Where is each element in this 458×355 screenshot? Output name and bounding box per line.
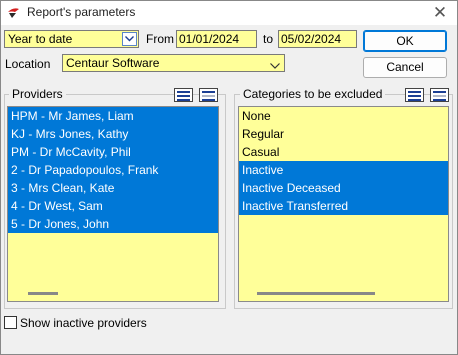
report-app-icon [7, 6, 23, 20]
from-label: From [146, 32, 174, 46]
location-select-value: Centaur Software [66, 56, 160, 70]
provider-list-item[interactable]: 4 - Dr West, Sam [8, 197, 218, 215]
select-all-icon[interactable] [405, 88, 424, 102]
categories-group-title: Categories to be excluded [240, 87, 386, 101]
scrollbar-thumb[interactable] [28, 292, 58, 295]
providers-horizontal-scrollbar[interactable] [8, 287, 218, 301]
category-list-item[interactable]: Inactive [239, 161, 448, 179]
to-label: to [263, 32, 274, 46]
provider-list-item[interactable]: KJ - Mrs Jones, Kathy [8, 125, 218, 143]
title-bar: Report's parameters ✕ [1, 1, 457, 25]
categories-list[interactable]: None Regular Casual Inactive Inactive Deceas… [238, 106, 449, 302]
categories-horizontal-scrollbar[interactable] [239, 287, 448, 301]
location-label: Location [5, 57, 51, 71]
providers-group-title: Providers [9, 87, 66, 101]
deselect-all-icon[interactable] [430, 88, 449, 102]
to-date-field[interactable]: 05/02/2024 [278, 30, 357, 48]
provider-list-item[interactable]: 5 - Dr Jones, John [8, 215, 218, 233]
deselect-all-icon[interactable] [199, 88, 218, 102]
report-parameters-window: Report's parameters ✕ Year to date From … [0, 0, 458, 355]
period-select-value: Year to date [8, 32, 73, 46]
show-inactive-label[interactable]: Show inactive providers [20, 316, 147, 330]
window-title: Report's parameters [27, 5, 136, 19]
show-inactive-checkbox[interactable] [4, 316, 17, 329]
location-select[interactable]: Centaur Software [62, 54, 285, 72]
cancel-button[interactable]: Cancel [363, 57, 447, 78]
chevron-down-icon[interactable] [270, 59, 280, 73]
provider-list-item[interactable]: 3 - Mrs Clean, Kate [8, 179, 218, 197]
select-all-icon[interactable] [174, 88, 193, 102]
provider-list-item[interactable]: HPM - Mr James, Liam [8, 107, 218, 125]
category-list-item[interactable]: Casual [239, 143, 448, 161]
provider-list-item[interactable]: 2 - Dr Papadopoulos, Frank [8, 161, 218, 179]
providers-list[interactable]: HPM - Mr James, Liam KJ - Mrs Jones, Kath… [7, 106, 219, 302]
category-list-item[interactable]: Inactive Transferred [239, 197, 448, 215]
category-list-item[interactable]: None [239, 107, 448, 125]
ok-button[interactable]: OK [363, 30, 447, 52]
category-list-item[interactable]: Regular [239, 125, 448, 143]
category-list-item[interactable]: Inactive Deceased [239, 179, 448, 197]
scrollbar-thumb[interactable] [257, 292, 375, 295]
close-icon[interactable]: ✕ [429, 2, 451, 24]
from-date-field[interactable]: 01/01/2024 [176, 30, 257, 48]
chevron-down-icon[interactable] [122, 32, 137, 46]
provider-list-item[interactable]: PM - Dr McCavity, Phil [8, 143, 218, 161]
period-select[interactable]: Year to date [4, 30, 139, 48]
